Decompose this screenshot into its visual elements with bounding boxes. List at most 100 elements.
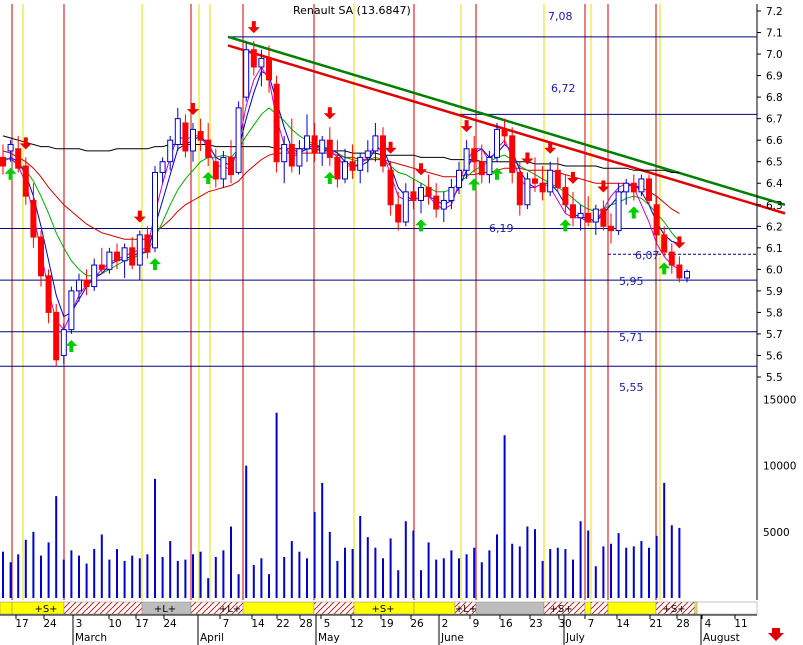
candle-body bbox=[273, 83, 280, 163]
candle-body bbox=[395, 204, 402, 223]
candle-body bbox=[250, 49, 257, 68]
volume-tick-label: 5000 bbox=[763, 527, 790, 539]
candle-body bbox=[410, 191, 417, 201]
x-tick-label: 14 bbox=[251, 618, 265, 630]
band-segment bbox=[584, 601, 592, 615]
y-tick-label: 6.4 bbox=[766, 178, 783, 190]
candle-body bbox=[98, 264, 105, 270]
y-tick-label: 5.5 bbox=[766, 372, 783, 384]
band-label: +S+ bbox=[371, 604, 394, 615]
band-segment bbox=[607, 601, 657, 615]
candle-body bbox=[144, 234, 151, 253]
candle-body bbox=[182, 122, 189, 152]
candle-body bbox=[433, 195, 440, 210]
candle-body bbox=[0, 156, 6, 167]
y-tick-label: 5.8 bbox=[766, 307, 783, 319]
y-tick-label: 6.5 bbox=[766, 157, 783, 169]
candle-body bbox=[463, 148, 470, 171]
candle-body bbox=[38, 236, 44, 277]
candle-body bbox=[668, 251, 675, 266]
candle-body bbox=[7, 143, 14, 152]
candle-body bbox=[509, 135, 516, 173]
candle-body bbox=[258, 57, 265, 68]
x-tick-label: 17 bbox=[135, 618, 148, 630]
band-label: +S+ bbox=[34, 604, 57, 615]
x-tick-label: 24 bbox=[43, 618, 57, 630]
band-segment bbox=[413, 601, 456, 615]
y-tick-label: 6.0 bbox=[766, 264, 783, 276]
band-label: +L+ bbox=[154, 604, 176, 615]
candle-body bbox=[418, 187, 424, 201]
band-segment bbox=[0, 601, 13, 615]
level-label: 5,55 bbox=[619, 381, 644, 394]
x-tick-label: 28 bbox=[676, 618, 689, 630]
candle-body bbox=[456, 169, 462, 189]
candle-body bbox=[243, 49, 250, 98]
candle-body bbox=[334, 156, 341, 180]
candle-body bbox=[486, 156, 493, 176]
candle-body bbox=[53, 311, 60, 361]
candle-body bbox=[494, 128, 500, 158]
candle-body bbox=[402, 191, 409, 223]
band-label: +L+ bbox=[455, 604, 477, 615]
candle-body bbox=[646, 178, 652, 201]
y-tick-label: 6.7 bbox=[766, 114, 783, 126]
candle-body bbox=[532, 178, 538, 184]
candle-body bbox=[539, 182, 546, 193]
month-label: April bbox=[200, 632, 224, 644]
candle-body bbox=[266, 57, 272, 81]
candle-body bbox=[516, 171, 523, 206]
x-tick-label: 22 bbox=[276, 618, 289, 630]
candle-body bbox=[585, 212, 592, 223]
chart: 7,08 6,72 6,19 6,07 5,95 5,71 5,55 +S+ +L+ +L+ +S… bbox=[0, 0, 803, 645]
candle-body bbox=[83, 279, 90, 288]
candle-body bbox=[380, 135, 386, 167]
band-segment bbox=[475, 601, 545, 615]
x-tick-label: 16 bbox=[499, 618, 513, 630]
candle-body bbox=[547, 169, 554, 193]
level-label: 6,19 bbox=[489, 222, 514, 235]
band-segment bbox=[313, 601, 355, 615]
candle-body bbox=[228, 156, 234, 176]
candle-body bbox=[364, 150, 371, 158]
band-segment bbox=[63, 601, 143, 615]
y-tick-label: 5.6 bbox=[766, 350, 783, 362]
level-label: 5,71 bbox=[619, 331, 644, 344]
candle-body bbox=[349, 161, 356, 171]
level-label: 5,95 bbox=[619, 275, 644, 288]
x-tick-label: 30 bbox=[558, 618, 571, 630]
candle-body bbox=[281, 143, 288, 163]
level-label: 7,08 bbox=[548, 10, 573, 23]
band-segment bbox=[590, 601, 609, 615]
candle-body bbox=[562, 187, 569, 206]
candle-body bbox=[129, 247, 136, 266]
y-tick-label: 7.0 bbox=[766, 49, 783, 61]
candle-body bbox=[478, 161, 485, 176]
y-tick-label: 6.8 bbox=[766, 92, 783, 104]
level-label: 6,72 bbox=[551, 82, 576, 95]
candle-body bbox=[114, 251, 120, 262]
candle-body bbox=[174, 118, 181, 145]
candle-body bbox=[425, 187, 432, 197]
candle-body bbox=[372, 135, 379, 152]
band-segment bbox=[694, 601, 698, 615]
x-tick-label: 19 bbox=[380, 618, 393, 630]
level-label: 6,07 bbox=[635, 249, 660, 262]
candle-body bbox=[524, 178, 531, 206]
candle-body bbox=[235, 107, 242, 173]
candle-body bbox=[471, 148, 478, 163]
candle-body bbox=[357, 156, 364, 171]
candle-body bbox=[319, 139, 326, 154]
candle-body bbox=[220, 156, 227, 180]
candle-body bbox=[212, 161, 219, 180]
signal-band: +S+ +L+ +L+ +S+ +L+ +S+ +S+ bbox=[0, 601, 758, 615]
band-label: +L+ bbox=[219, 604, 241, 615]
candle-body bbox=[15, 148, 22, 169]
volume-tick-label: 10000 bbox=[763, 461, 796, 473]
band-segment bbox=[242, 601, 315, 615]
candle-body bbox=[638, 178, 645, 193]
x-tick-label: 2 bbox=[442, 618, 449, 630]
band-label: +S+ bbox=[662, 604, 685, 615]
month-label: May bbox=[318, 632, 340, 644]
y-tick-label: 6.2 bbox=[766, 221, 783, 233]
